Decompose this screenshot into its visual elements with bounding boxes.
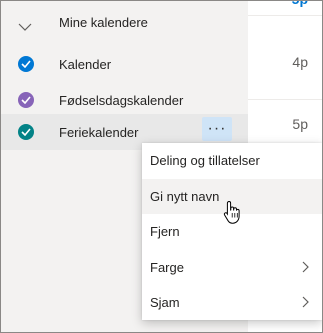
chevron-right-icon [302, 296, 310, 311]
calendar-item-label: Feriekalender [59, 125, 139, 140]
calendar-group-header[interactable]: Mine kalendere [1, 11, 248, 39]
menu-item-sharing[interactable]: Deling og tillatelser [142, 143, 322, 178]
calendar-group-label: Mine kalendere [59, 15, 148, 30]
menu-item-label: Farge [150, 260, 184, 275]
hand-pointer-icon [223, 200, 241, 229]
calendar-item-birthdays[interactable]: Fødselsdagskalender [1, 82, 248, 118]
calendar-context-menu: Deling og tillatelser Gi nytt navn Fjern… [142, 143, 322, 320]
grid-divider [248, 99, 322, 100]
checked-circle-icon[interactable] [18, 92, 34, 108]
time-label: 4p [292, 54, 308, 70]
menu-item-label: Deling og tillatelser [150, 153, 260, 168]
menu-item-color[interactable]: Farge [142, 250, 322, 285]
menu-item-charm[interactable]: Sjam [142, 285, 322, 320]
chevron-right-icon [302, 261, 310, 276]
grid-divider [248, 15, 322, 16]
menu-item-label: Fjern [150, 224, 180, 239]
checked-circle-icon[interactable] [18, 56, 34, 72]
chevron-down-icon[interactable] [18, 19, 32, 31]
calendar-item-kalender[interactable]: Kalender [1, 46, 248, 82]
calendar-item-label: Fødselsdagskalender [59, 93, 184, 108]
checked-circle-icon[interactable] [18, 124, 34, 140]
menu-item-label: Gi nytt navn [150, 189, 220, 204]
calendar-window: Mine kalendere Kalender Fødselsdagskalen… [0, 0, 323, 333]
more-options-button[interactable]: ··· [202, 117, 232, 141]
calendar-item-label: Kalender [59, 57, 112, 72]
menu-item-label: Sjam [150, 295, 180, 310]
time-label: 5p [292, 1, 308, 7]
time-label: 5p [292, 116, 308, 132]
